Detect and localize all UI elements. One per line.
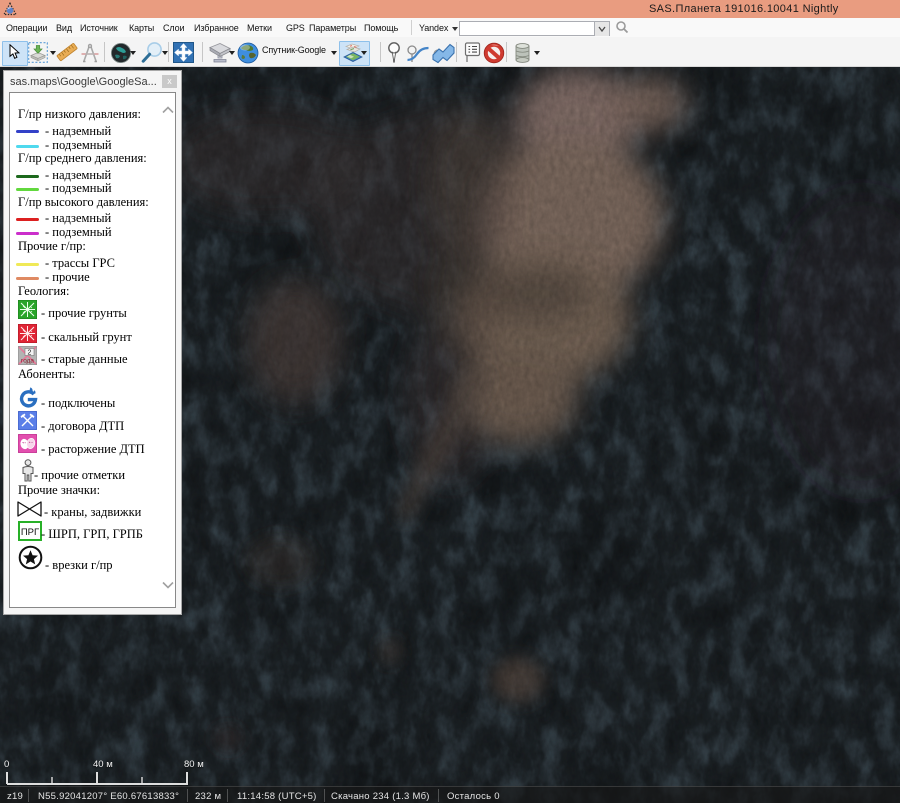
svg-text:ПРГ: ПРГ: [21, 527, 39, 538]
svg-text:80 м: 80 м: [184, 759, 204, 770]
svg-text:2: 2: [28, 350, 32, 357]
svg-text:0: 0: [4, 759, 9, 770]
svg-text:40 м: 40 м: [93, 759, 113, 770]
svg-text:года: года: [21, 358, 34, 365]
